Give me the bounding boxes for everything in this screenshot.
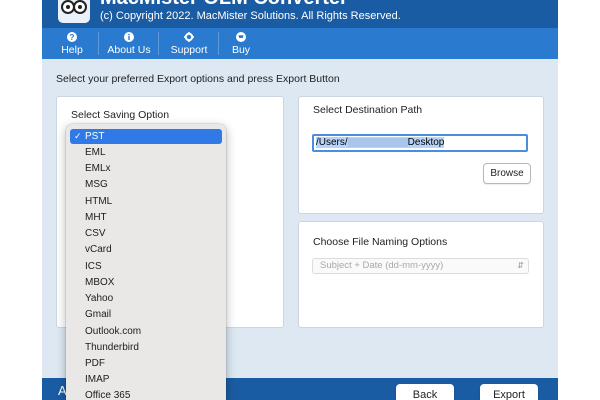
dropdown-option-vcard[interactable]: vCard (70, 242, 222, 257)
dropdown-option-ics[interactable]: ICS (70, 259, 222, 274)
copyright-text: (c) Copyright 2022. MacMister Solutions.… (100, 10, 401, 22)
help-icon: ? (67, 31, 77, 42)
menu-about-us-label: About Us (107, 43, 151, 56)
checkmark-icon: ✓ (74, 131, 82, 141)
menu-support[interactable]: Support (162, 28, 216, 59)
menu-divider (158, 32, 159, 55)
destination-heading: Select Destination Path (313, 104, 423, 116)
updown-chevron-icon: ⇵ (517, 261, 524, 270)
back-button[interactable]: Back (396, 384, 454, 400)
dropdown-option-outlook-com[interactable]: Outlook.com (70, 324, 222, 339)
dropdown-option-html[interactable]: HTML (70, 194, 222, 209)
menu-divider (98, 32, 99, 55)
info-icon (124, 31, 134, 42)
dropdown-option-thunderbird[interactable]: Thunderbird (70, 340, 222, 355)
dropdown-option-emlx[interactable]: EMLx (70, 161, 222, 176)
dropdown-option-gmail[interactable]: Gmail (70, 307, 222, 322)
menu-about-us[interactable]: About Us (102, 28, 156, 59)
cart-icon (236, 31, 246, 42)
menu-help-label: Help (61, 43, 83, 56)
menu-divider (218, 32, 219, 55)
instructions-text: Select your preferred Export options and… (56, 73, 340, 85)
dropdown-option-pdf[interactable]: PDF (70, 356, 222, 371)
browse-button[interactable]: Browse (483, 163, 531, 184)
saving-option-heading: Select Saving Option (71, 109, 170, 121)
dropdown-option-office-365[interactable]: Office 365 (70, 388, 222, 400)
menu-buy-label: Buy (231, 43, 251, 56)
title-bar: MacMister OLM Converter (c) Copyright 20… (42, 0, 558, 28)
menu-help[interactable]: ? Help (48, 28, 96, 59)
menu-support-label: Support (170, 43, 208, 56)
saving-option-dropdown[interactable]: ✓ PST EML EMLx MSG HTML MHT CSV vCard IC… (66, 124, 226, 400)
menu-buy[interactable]: Buy (222, 28, 260, 59)
dropdown-option-eml[interactable]: EML (70, 145, 222, 160)
dropdown-option-mbox[interactable]: MBOX (70, 275, 222, 290)
file-naming-select[interactable]: Subject + Date (dd-mm-yyyy) ⇵ (312, 258, 529, 274)
dropdown-option-csv[interactable]: CSV (70, 226, 222, 241)
redacted-username (347, 137, 408, 147)
svg-text:?: ? (70, 33, 75, 42)
path-text: /Users/Desktop (316, 137, 445, 148)
dropdown-option-mht[interactable]: MHT (70, 210, 222, 225)
naming-heading: Choose File Naming Options (313, 236, 448, 248)
destination-path-input[interactable]: /Users/Desktop (312, 134, 528, 152)
dropdown-option-yahoo[interactable]: Yahoo (70, 291, 222, 306)
naming-value: Subject + Date (dd-mm-yyyy) (320, 260, 444, 271)
app-logo-icon (58, 0, 90, 23)
gear-icon (184, 31, 194, 42)
option-label: PST (85, 131, 105, 142)
dropdown-option-imap[interactable]: IMAP (70, 372, 222, 387)
dropdown-option-pst[interactable]: ✓ PST (70, 129, 222, 144)
app-name: MacMister OLM Converter (100, 0, 348, 10)
path-prefix: /Users/ (316, 137, 348, 148)
menu-bar: ? Help About Us Support Buy (42, 28, 558, 59)
path-suffix: Desktop (407, 137, 445, 148)
export-button[interactable]: Export (480, 384, 538, 400)
dropdown-option-msg[interactable]: MSG (70, 177, 222, 192)
